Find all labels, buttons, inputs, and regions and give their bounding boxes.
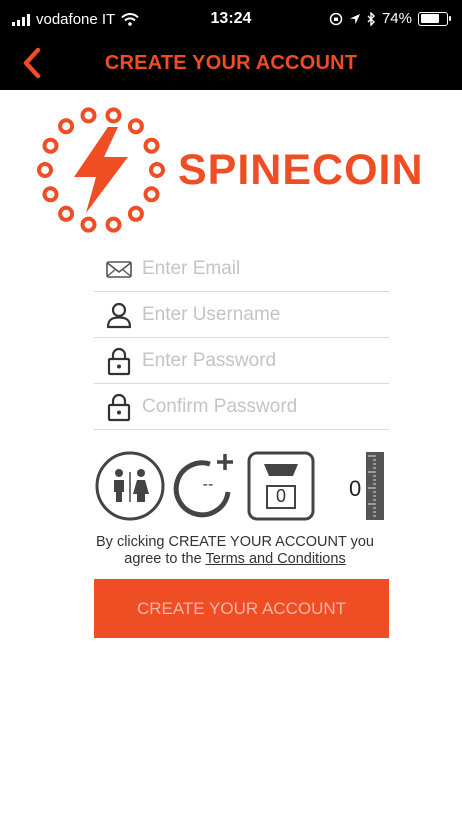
chain-link [105, 216, 122, 233]
chain-link [127, 118, 144, 135]
terms-text: By clicking CREATE YOUR ACCOUNT you agre… [80, 534, 390, 568]
chain-link [80, 216, 97, 233]
brand-name: SPINECOIN [178, 146, 424, 194]
age-value: -- [202, 476, 214, 493]
nav-bar: CREATE YOUR ACCOUNT [0, 36, 462, 90]
orientation-lock-icon [329, 12, 343, 25]
status-bar: vodafone IT 13:24 74% [0, 0, 462, 36]
password-field-row [94, 338, 389, 384]
username-input[interactable] [142, 298, 382, 332]
chain-link [127, 205, 144, 222]
height-ruler-icon[interactable] [364, 451, 386, 521]
chain-link [37, 162, 53, 178]
page-title: CREATE YOUR ACCOUNT [104, 52, 358, 74]
chain-link [42, 186, 59, 203]
chain-link [149, 162, 165, 178]
gender-icon[interactable] [94, 450, 166, 522]
create-account-button[interactable]: CREATE YOUR ACCOUNT [94, 579, 389, 638]
battery-fill [420, 14, 439, 23]
terms-line-2: agree to the Terms and Conditions [80, 551, 390, 568]
envelope-icon [106, 261, 132, 278]
chain-link [80, 107, 97, 124]
lock-icon [107, 393, 131, 422]
top-bar: vodafone IT 13:24 74% CREATE YOUR ACCOUN… [0, 0, 462, 90]
email-input[interactable] [142, 252, 382, 286]
height-value: 0 [349, 476, 362, 501]
lightning-chain-icon [37, 107, 165, 233]
weight-value: 0 [275, 486, 286, 506]
terms-prefix: agree to the [124, 551, 206, 567]
profile-options-row: -- 0 0 [94, 446, 394, 526]
confirm-password-field-row [94, 384, 389, 430]
chain-link [58, 118, 75, 135]
confirm-password-input[interactable] [142, 390, 382, 424]
user-icon [106, 302, 132, 329]
chain-link [42, 137, 59, 154]
password-input[interactable] [142, 344, 382, 378]
terms-line-1: By clicking CREATE YOUR ACCOUNT you [96, 534, 374, 550]
status-right: 74% [329, 10, 451, 27]
terms-link[interactable]: Terms and Conditions [205, 551, 345, 567]
chain-link [143, 186, 160, 203]
email-field-row [94, 246, 389, 292]
battery-icon [418, 11, 451, 26]
chain-link [143, 137, 160, 154]
lock-icon [107, 347, 131, 376]
chain-link [58, 205, 75, 222]
location-icon [349, 13, 360, 24]
battery-percent: 74% [381, 10, 412, 27]
chain-link [105, 107, 122, 124]
bluetooth-icon [367, 11, 375, 26]
username-field-row [94, 292, 389, 338]
